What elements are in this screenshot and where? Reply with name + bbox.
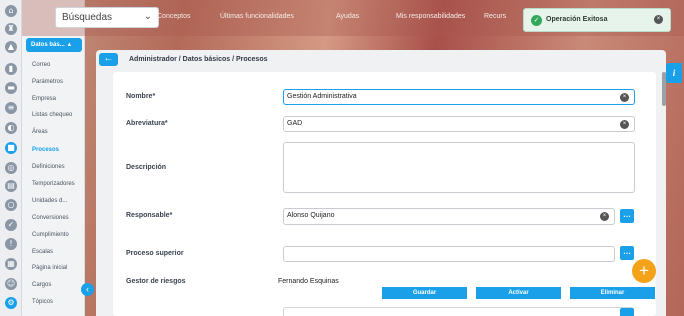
clear-icon[interactable]: ×: [620, 93, 629, 102]
gauge-icon[interactable]: ◐: [5, 122, 17, 134]
proceso-superior-field[interactable]: [283, 246, 615, 262]
user-icon[interactable]: ▲: [5, 41, 17, 53]
sidebar-item-correo[interactable]: Correo: [32, 62, 50, 68]
descripcion-label: Descripción: [126, 164, 167, 171]
breadcrumb: Administrador / Datos básicos / Procesos: [129, 56, 268, 63]
nav-ultimas-funcionalidades[interactable]: Últimas funcionalidades: [220, 13, 294, 20]
check-circle-icon: ✓: [531, 15, 542, 26]
add-fab-button[interactable]: +: [632, 259, 656, 283]
sidebar-item-conversiones[interactable]: Conversiones: [32, 215, 69, 221]
target-icon[interactable]: ◎: [5, 162, 17, 174]
descripcion-field[interactable]: [283, 142, 635, 193]
close-icon[interactable]: ×: [654, 15, 663, 24]
form-card: [113, 72, 656, 316]
nav-recursos[interactable]: Recurs: [484, 13, 506, 20]
sidebar-item-temporizadores[interactable]: Temporizadores: [32, 181, 75, 187]
search-select[interactable]: Búsquedas ⌄: [55, 7, 159, 28]
responsable-field[interactable]: Alonso Quijano ×: [283, 208, 615, 225]
sidebar-item-cargos[interactable]: Cargos: [32, 282, 51, 288]
responsable-picker-button[interactable]: …: [620, 209, 634, 223]
next-field[interactable]: [283, 307, 634, 316]
gestor-value: Fernando Esquinas: [278, 278, 339, 285]
sidebar-item-unidades[interactable]: Unidades d...: [32, 198, 67, 204]
abreviatura-label: Abreviatura*: [126, 120, 168, 127]
circle-icon[interactable]: ○: [5, 199, 17, 211]
sidebar-item-empresa[interactable]: Empresa: [32, 96, 56, 102]
sidebar-item-procesos[interactable]: Procesos: [32, 147, 59, 153]
check-icon[interactable]: ✓: [5, 219, 17, 231]
sidebar-item-cumplimiento[interactable]: Cumplimiento: [32, 232, 69, 238]
sidebar-menu: Datos bás... ▲ Correo Parámetros Empresa…: [22, 0, 85, 316]
proceso-superior-label: Proceso superior: [126, 250, 184, 257]
clear-icon[interactable]: ×: [600, 212, 609, 221]
abreviatura-value: GAD: [287, 120, 303, 127]
responsable-value: Alonso Quijano: [287, 212, 335, 219]
icon-rail: ⌂ ♜ ▲ ▮ ▬ ≡ ◐ ■ ◎ ▤ ○ ✓ ! ▦ ☺ ⚙: [0, 0, 22, 316]
proceso-superior-picker-button[interactable]: …: [620, 246, 634, 260]
delete-button[interactable]: Eliminar: [570, 287, 655, 299]
briefcase-icon[interactable]: ■: [5, 142, 17, 154]
collapse-sidebar-button[interactable]: ‹: [81, 283, 94, 296]
abreviatura-field[interactable]: GAD ×: [283, 116, 635, 132]
back-button[interactable]: ←: [99, 53, 118, 66]
clear-icon[interactable]: ×: [620, 120, 629, 129]
responsable-label: Responsable*: [126, 212, 173, 219]
sidebar-item-listas[interactable]: Listas chequeo: [32, 112, 72, 118]
nombre-label: Nombre*: [126, 93, 156, 100]
nav-mis-responsabilidades[interactable]: Mis responsabilidades: [396, 13, 465, 20]
gear-icon[interactable]: ⚙: [5, 297, 17, 309]
nav-conceptos[interactable]: Conceptos: [157, 13, 190, 20]
search-select-value: Búsquedas: [62, 12, 113, 23]
monitor-icon[interactable]: ▬: [5, 82, 17, 94]
sidebar-item-pagina-inicial[interactable]: Página inicial: [32, 265, 67, 271]
sidebar-item-escalas[interactable]: Escalas: [32, 249, 53, 255]
sidebar-item-topicos[interactable]: Tópicos: [32, 299, 53, 305]
next-field-picker-button[interactable]: [620, 308, 634, 316]
nav-ayudas[interactable]: Ayudas: [336, 13, 359, 20]
sidebar-item-definiciones[interactable]: Definiciones: [32, 164, 65, 170]
chart-icon[interactable]: ▮: [5, 63, 17, 75]
info-icon[interactable]: i: [666, 63, 682, 83]
sidebar-item-areas[interactable]: Áreas: [32, 129, 48, 135]
gestor-label: Gestor de riesgos: [126, 278, 186, 285]
success-toast: ✓ Operación Exitosa ×: [523, 8, 671, 32]
scrollbar[interactable]: [662, 72, 666, 106]
save-button[interactable]: Guardar: [382, 287, 467, 299]
person-icon[interactable]: ☺: [5, 278, 17, 290]
document-icon[interactable]: ▤: [5, 180, 17, 192]
sidebar-section-header[interactable]: Datos bás... ▲: [26, 38, 82, 52]
sidebar-item-parametros[interactable]: Parámetros: [32, 79, 63, 85]
chevron-down-icon: ⌄: [143, 11, 152, 22]
nombre-value: Gestión Administrativa: [287, 93, 357, 100]
toast-message: Operación Exitosa: [546, 16, 608, 23]
nombre-field[interactable]: Gestión Administrativa ×: [283, 89, 635, 105]
calendar-icon[interactable]: ▦: [5, 258, 17, 270]
activate-button[interactable]: Activar: [476, 287, 561, 299]
tower-icon[interactable]: ♜: [5, 23, 17, 35]
list-icon[interactable]: ≡: [5, 102, 17, 114]
warning-icon[interactable]: !: [5, 238, 17, 250]
home-icon[interactable]: ⌂: [5, 5, 17, 17]
